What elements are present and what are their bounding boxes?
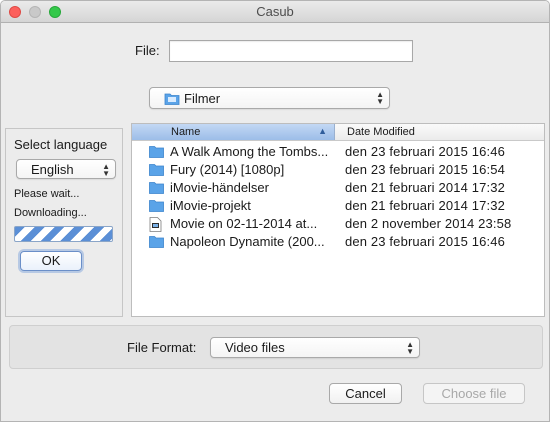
list-item[interactable]: Napoleon Dynamite (200... den 23 februar… [132,233,544,251]
name-column-header[interactable]: Name ▲ [132,124,335,140]
dropdown-arrows-icon: ▲ ▼ [102,162,110,178]
folder-icon [149,163,164,179]
file-date: den 23 februari 2015 16:46 [345,234,506,249]
file-name: Fury (2014) [1080p] [170,162,285,177]
file-date: den 23 februari 2015 16:54 [345,162,506,177]
file-name: Movie on 02-11-2014 at... [170,216,318,231]
folder-icon [149,199,164,215]
language-dropdown[interactable]: English ▲ ▼ [16,159,116,179]
folder-icon [149,181,164,197]
folder-dropdown-value: Filmer [184,91,221,106]
dropdown-arrows-icon: ▲ ▼ [406,340,414,356]
list-item[interactable]: iMovie-händelser den 21 februari 2014 17… [132,179,544,197]
language-panel: Select language English ▲ ▼ Please wait..… [5,128,123,317]
dropdown-arrows-icon: ▲ ▼ [376,90,384,106]
casub-window: Casub File: Filmer ▲ ▼ Select language En… [0,0,550,422]
download-progress-bar [14,226,113,242]
file-name-input[interactable] [169,40,413,62]
file-name: iMovie-händelser [170,180,269,195]
folder-icon [149,145,164,161]
folder-icon [164,92,180,108]
file-format-dropdown[interactable]: Video files ▲ ▼ [210,337,420,358]
ok-button[interactable]: OK [20,251,82,271]
cancel-button[interactable]: Cancel [329,383,402,404]
status-please-wait: Please wait... [14,188,80,200]
language-dropdown-value: English [31,162,74,177]
file-name: A Walk Among the Tombs... [170,144,329,159]
status-downloading: Downloading... [14,207,87,219]
list-item[interactable]: Fury (2014) [1080p] den 23 februari 2015… [132,161,544,179]
file-name: Napoleon Dynamite (200... [170,234,325,249]
file-date: den 21 februari 2014 17:32 [345,180,506,195]
list-item[interactable]: iMovie-projekt den 21 februari 2014 17:3… [132,197,544,215]
file-format-label: File Format: [127,340,197,355]
title-bar: Casub [1,1,549,23]
sort-ascending-icon: ▲ [318,126,327,136]
file-format-bar: File Format: Video files ▲ ▼ [9,325,543,369]
file-list[interactable]: Name ▲ Date Modified A Walk Among the To… [131,123,545,317]
folder-dropdown[interactable]: Filmer ▲ ▼ [149,87,390,109]
language-title: Select language [14,137,108,152]
file-label: File: [135,43,160,58]
list-item[interactable]: Movie on 02-11-2014 at... den 2 november… [132,215,544,233]
choose-file-button[interactable]: Choose file [423,383,525,404]
list-item[interactable]: A Walk Among the Tombs... den 23 februar… [132,143,544,161]
date-column-header[interactable]: Date Modified [336,126,415,138]
window-title: Casub [256,4,294,19]
file-date: den 23 februari 2015 16:46 [345,144,506,159]
name-column-label: Name [171,126,201,138]
list-header: Name ▲ Date Modified [132,124,544,141]
folder-icon [149,235,164,251]
file-name: iMovie-projekt [170,198,251,213]
file-date: den 2 november 2014 23:58 [345,216,512,231]
file-format-value: Video files [225,340,285,355]
file-date: den 21 februari 2014 17:32 [345,198,506,213]
